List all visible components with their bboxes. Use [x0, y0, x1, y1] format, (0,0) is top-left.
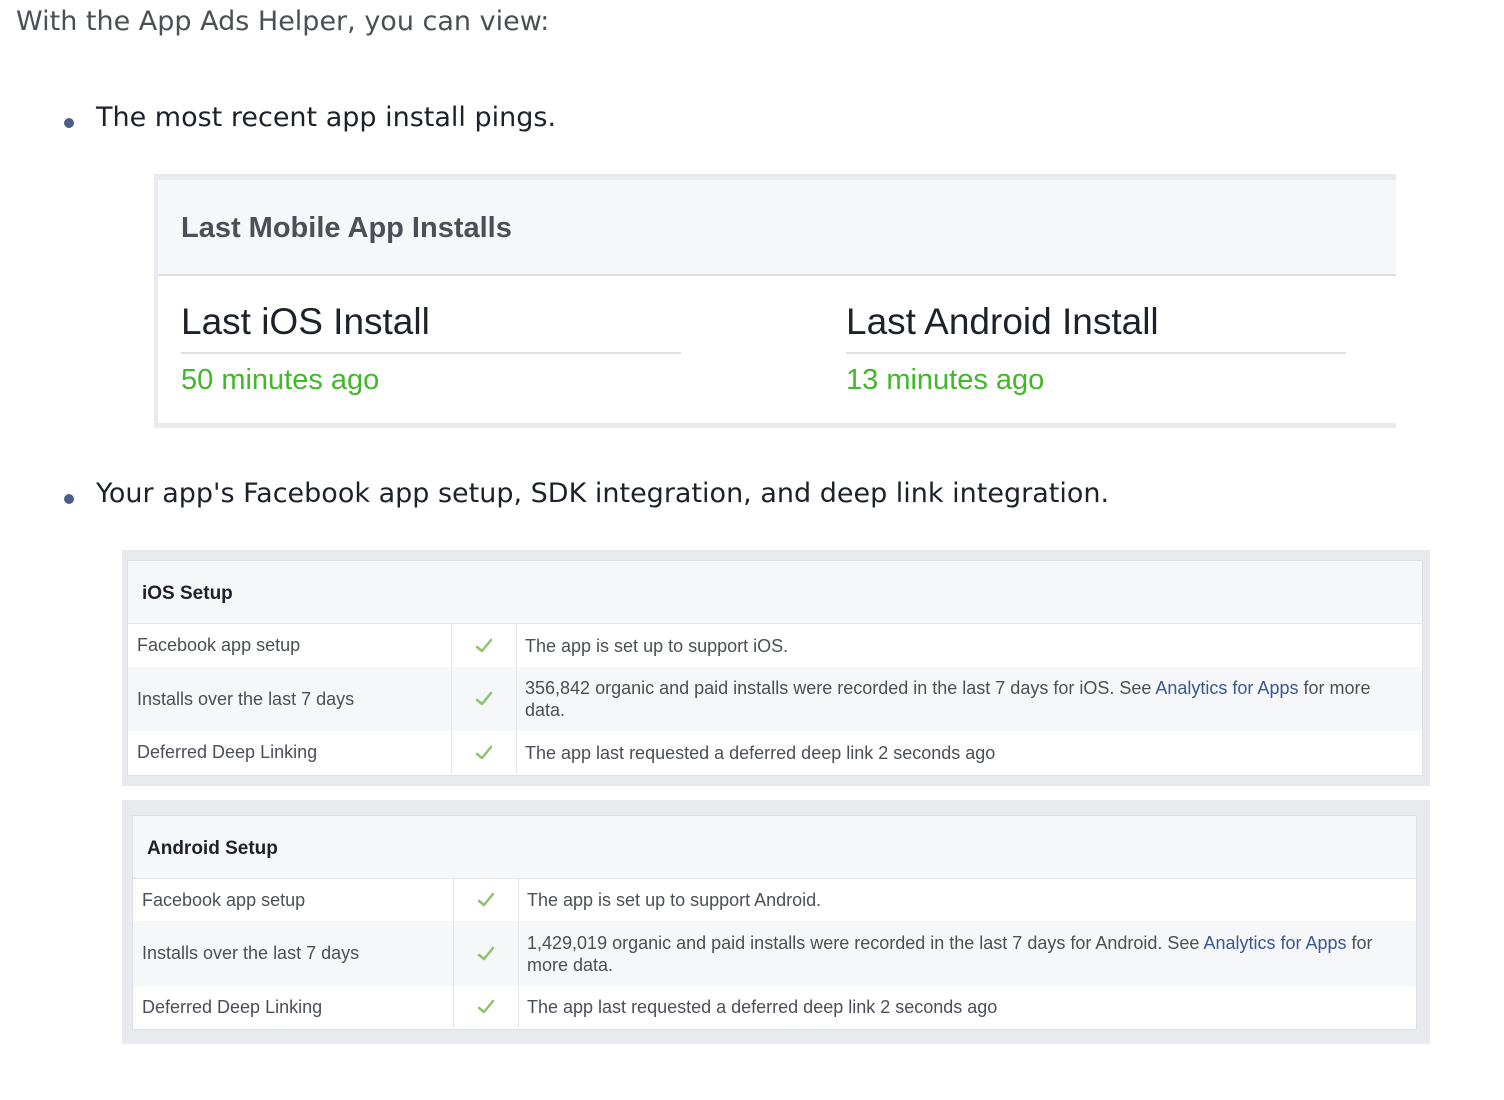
- table-row: Deferred Deep Linking The app last reque…: [128, 731, 1422, 774]
- check-icon: [453, 879, 519, 921]
- last-installs-title: Last Mobile App Installs: [181, 212, 512, 244]
- table-row: Installs over the last 7 days 1,429,019 …: [133, 921, 1416, 986]
- row-description-text: 356,842 organic and paid installs were r…: [525, 678, 1156, 698]
- android-setup-header: Android Setup: [133, 816, 1416, 879]
- android-install-value: 13 minutes ago: [846, 364, 1045, 396]
- row-label: Deferred Deep Linking: [142, 996, 323, 1017]
- table-row: Facebook app setup The app is set up to …: [133, 879, 1416, 921]
- row-description-text: 1,429,019 organic and paid installs were…: [527, 932, 1204, 953]
- check-icon: [451, 624, 517, 667]
- row-description-text: The app last requested a deferred deep l…: [527, 997, 998, 1017]
- row-description-text: The app is set up to support iOS.: [525, 635, 789, 656]
- android-install-column: Last Android Install 13 minutes ago: [846, 300, 1346, 397]
- row-description: The app is set up to support Android.: [527, 879, 1396, 921]
- row-label: Facebook app setup: [142, 889, 306, 910]
- android-setup-panel: Android Setup Facebook app setup The app…: [122, 800, 1430, 1044]
- check-icon: [453, 921, 519, 986]
- analytics-for-apps-link[interactable]: Analytics for Apps: [1155, 678, 1298, 698]
- ios-install-label: Last iOS Install: [181, 300, 681, 354]
- check-icon: [451, 667, 517, 731]
- row-label: Deferred Deep Linking: [137, 742, 318, 762]
- row-description: The app is set up to support iOS.: [525, 624, 1402, 667]
- row-description: 356,842 organic and paid installs were r…: [525, 667, 1402, 731]
- bullet-text: Your app's Facebook app setup, SDK integ…: [96, 478, 1110, 509]
- row-label: Installs over the last 7 days: [142, 943, 360, 963]
- row-description: The app last requested a deferred deep l…: [527, 986, 1396, 1028]
- last-installs-header: Last Mobile App Installs: [158, 180, 1396, 276]
- table-row: Installs over the last 7 days 356,842 or…: [128, 667, 1422, 731]
- ios-setup-header: iOS Setup: [128, 561, 1422, 624]
- check-icon: [453, 986, 519, 1028]
- android-install-label: Last Android Install: [846, 300, 1346, 354]
- bullet-dot: [64, 494, 74, 504]
- intro-text: With the App Ads Helper, you can view:: [16, 6, 550, 37]
- row-description: The app last requested a deferred deep l…: [525, 731, 1402, 774]
- ios-install-value: 50 minutes ago: [181, 364, 380, 396]
- table-row: Deferred Deep Linking The app last reque…: [133, 986, 1416, 1028]
- android-setup-title: Android Setup: [147, 838, 278, 859]
- bullet-text: The most recent app install pings.: [96, 102, 557, 133]
- row-description: 1,429,019 organic and paid installs were…: [527, 921, 1396, 986]
- check-icon: [451, 731, 517, 774]
- ios-setup-title: iOS Setup: [142, 583, 233, 604]
- ios-setup-panel: iOS Setup Facebook app setup The app is …: [122, 550, 1430, 786]
- row-description-text: The app last requested a deferred deep l…: [525, 742, 996, 763]
- ios-install-column: Last iOS Install 50 minutes ago: [181, 300, 681, 397]
- analytics-for-apps-link[interactable]: Analytics for Apps: [1203, 933, 1346, 953]
- row-label: Facebook app setup: [137, 635, 301, 655]
- bullet-dot: [64, 118, 74, 128]
- row-label: Installs over the last 7 days: [137, 688, 355, 709]
- last-installs-panel: Last Mobile App Installs Last iOS Instal…: [154, 174, 1396, 428]
- row-description-text: The app is set up to support Android.: [527, 890, 822, 910]
- table-row: Facebook app setup The app is set up to …: [128, 624, 1422, 667]
